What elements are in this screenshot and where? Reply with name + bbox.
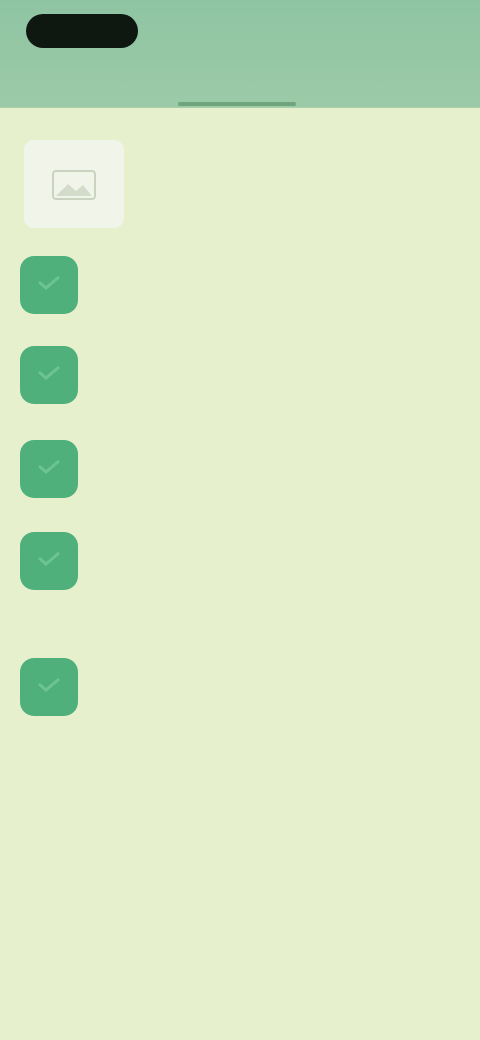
list-item[interactable] [20,252,460,322]
photo-icon [52,170,96,200]
check-icon [38,460,60,474]
active-tab-indicator [178,102,296,106]
bullet-badge [20,256,78,314]
check-icon [38,678,60,692]
bullet-badge [20,658,78,716]
avatar[interactable] [24,140,124,228]
bullet-badge [20,346,78,404]
profile-header [20,140,460,230]
list-item[interactable] [20,436,460,506]
list-item[interactable] [20,528,460,608]
app-header [0,0,480,108]
list-item[interactable] [20,344,460,424]
check-icon [38,552,60,566]
bullet-badge [20,532,78,590]
bullet-badge [20,440,78,498]
app-logo[interactable] [26,14,138,48]
tab-bar [0,64,480,108]
check-icon [38,276,60,290]
check-icon [38,366,60,380]
list-item[interactable] [20,656,460,756]
